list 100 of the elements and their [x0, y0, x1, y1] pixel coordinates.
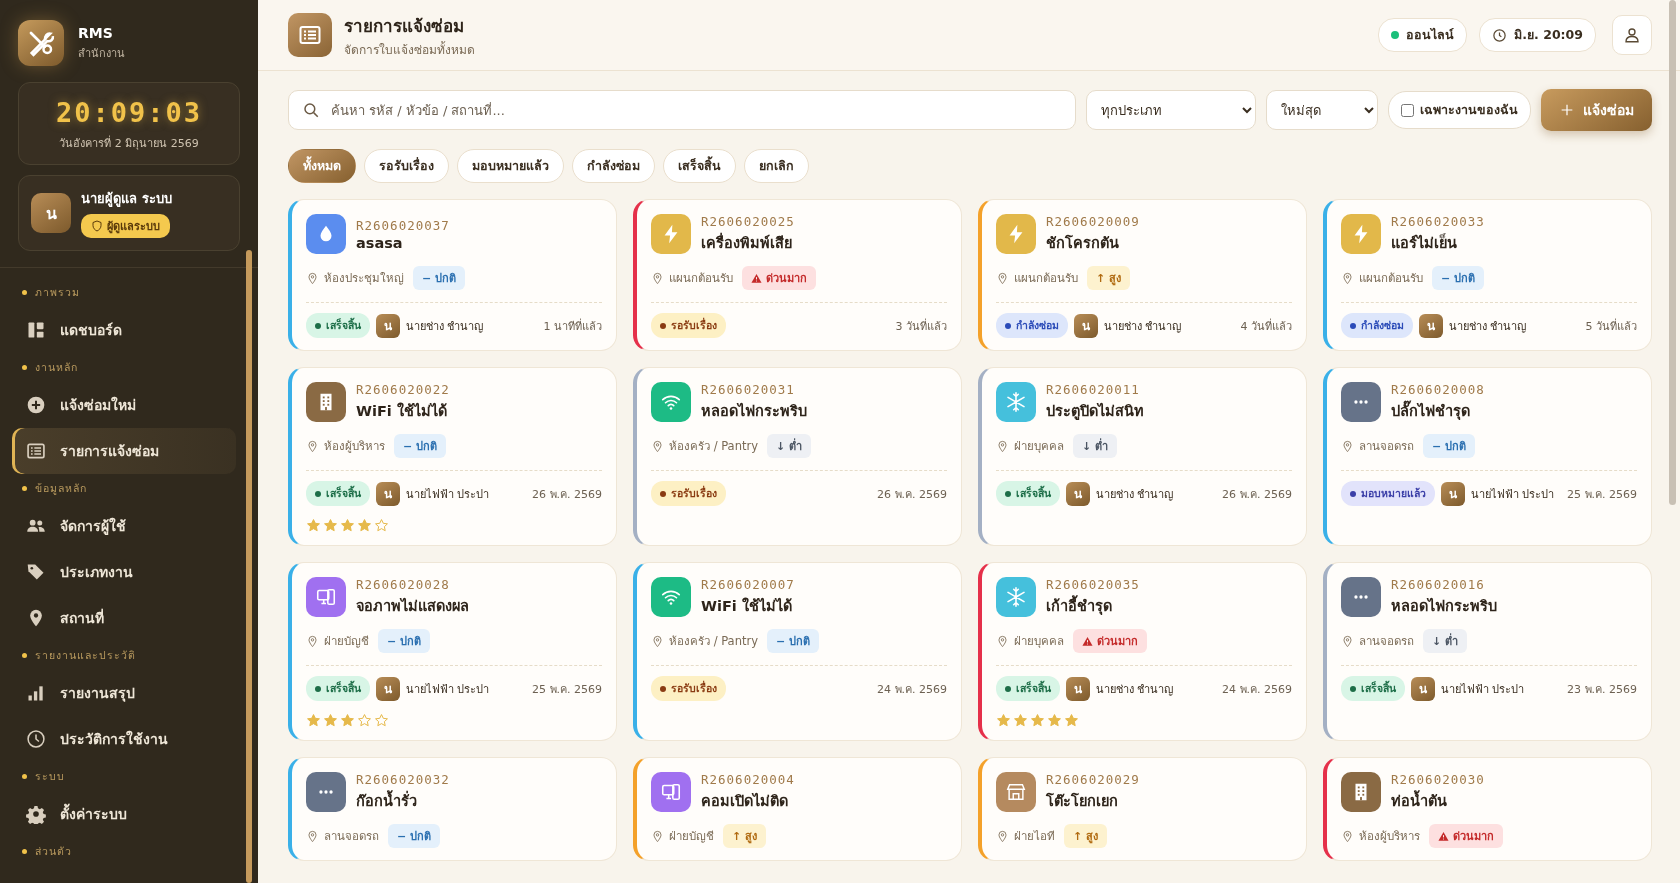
new-request-button[interactable]: แจ้งซ่อม: [1541, 89, 1652, 131]
ticket-title: asasa: [356, 234, 404, 251]
nav-item[interactable]: ประวัติการใช้งาน: [12, 716, 236, 762]
scrollbar[interactable]: [246, 250, 252, 883]
status-tab[interactable]: รอรับเรื่อง: [364, 149, 449, 183]
ticket-card[interactable]: R2606020032 ก๊อกน้ำรั่ว ลานจอดรถ − ปกติ: [288, 757, 617, 861]
status-tab[interactable]: มอบหมายแล้ว: [457, 149, 564, 183]
technician-avatar: น: [376, 313, 400, 338]
ticket-card[interactable]: R2606020035 เก้าอี้ชำรุด ฝ่ายบุคคล ด่วนมาก เสร็จสิ้น น นายช่าง ชำนาญ 24 พ.ค. 2569: [978, 562, 1307, 741]
priority-label: − ปกติ: [403, 439, 438, 455]
location-text: ฝ่ายบัญชี: [324, 633, 369, 650]
star-icon: [1064, 713, 1079, 728]
my-jobs-toggle[interactable]: เฉพาะงานของฉัน: [1388, 91, 1531, 129]
scrollbar[interactable]: [1669, 0, 1676, 505]
status-badge: เสร็จสิ้น: [306, 676, 370, 701]
ticket-time: 24 พ.ค. 2569: [877, 681, 947, 698]
section-label: รายงานและประวัติ: [35, 648, 136, 663]
user-name: นายผู้ดูแล ระบบ: [81, 190, 172, 209]
profile-button[interactable]: [1612, 15, 1652, 55]
ticket-card[interactable]: R2606020031 หลอดไฟกระพริบ ห้องครัว / Pantry ↓ ต่ำ รอรับเรื่อง 26 พ.ค. 2569: [633, 367, 962, 546]
ticket-card[interactable]: R2606020037 asasa ห้องประชุมใหญ่ − ปกติ เสร็จสิ้น น นายช่าง ชำนาญ 1 นาทีที่แล้ว: [288, 199, 617, 351]
nav-item[interactable]: สถานที่: [12, 595, 236, 641]
pin-icon: [996, 439, 1009, 453]
ticket-card[interactable]: R2606020022 WiFi ใช้ไม่ได้ ห้องผู้บริหาร − ปกติ เสร็จสิ้น น นายไฟฟ้า ประปา 26 พ.ค. 2569: [288, 367, 617, 546]
star-icon: [357, 518, 372, 533]
status-tab[interactable]: กำลังซ่อม: [572, 149, 655, 183]
technician-name: นายช่าง ชำนาญ: [1096, 681, 1174, 698]
status-badge: กำลังซ่อม: [1341, 313, 1413, 338]
star-icon: [340, 713, 355, 728]
ticket-card[interactable]: R2606020011 ประตูปิดไม่สนิท ฝ่ายบุคคล ↓ ต่ำ เสร็จสิ้น น นายช่าง ชำนาญ 26 พ.ค. 2569: [978, 367, 1307, 546]
status-tab[interactable]: ทั้งหมด: [288, 149, 356, 183]
ticket-code: R2606020009: [1046, 214, 1140, 229]
ticket-title: จอภาพไม่แสดงผล: [356, 597, 469, 616]
status-badge: รอรับเรื่อง: [651, 676, 726, 701]
ticket-card[interactable]: R2606020008 ปลั๊กไฟชำรุด ลานจอดรถ − ปกติ มอบหมายแล้ว น นายไฟฟ้า ประปา 25 พ.ค. 2569: [1323, 367, 1652, 546]
ticket-code: R2606020007: [701, 577, 795, 592]
warning-icon: [1082, 635, 1093, 647]
status-badge: กำลังซ่อม: [996, 313, 1068, 338]
ticket-title: ก๊อกน้ำรั่ว: [356, 789, 450, 812]
technician-avatar: น: [376, 676, 400, 701]
bars-icon: [26, 683, 46, 703]
ticket-card[interactable]: R2606020029 โต๊ะโยกเยก ฝ่ายไอที ↑ สูง: [978, 757, 1307, 861]
ticket-card[interactable]: R2606020007 WiFi ใช้ไม่ได้ ห้องครัว / Pantry − ปกติ รอรับเรื่อง 24 พ.ค. 2569: [633, 562, 962, 741]
priority-label: ด่วนมาก: [1097, 634, 1138, 650]
location-text: ลานจอดรถ: [1359, 633, 1414, 650]
nav-item[interactable]: จัดการผู้ใช้: [12, 503, 236, 549]
nav-item[interactable]: รายงานสรุป: [12, 670, 236, 716]
nav-item[interactable]: ประเภทงาน: [12, 549, 236, 595]
pin-icon: [996, 829, 1009, 843]
technician-name: นายไฟฟ้า ประปา: [406, 681, 490, 698]
checkbox[interactable]: [1401, 103, 1414, 117]
location-text: ห้องครัว / Pantry: [669, 438, 758, 455]
ticket-time: 23 พ.ค. 2569: [1567, 681, 1637, 698]
location-text: ฝ่ายบุคคล: [1014, 438, 1064, 455]
location-text: ห้องผู้บริหาร: [1359, 828, 1420, 845]
section-dot-icon: [22, 849, 27, 854]
ticket-title: ปลั๊กไฟชำรุด: [1391, 399, 1485, 422]
ticket-card[interactable]: R2606020009 ชักโครกตัน แผนกต้อนรับ ↑ สูง กำลังซ่อม น นายช่าง ชำนาญ 4 วันที่แล้ว: [978, 199, 1307, 351]
status-badge: เสร็จสิ้น: [996, 481, 1060, 506]
nav-item[interactable]: แจ้งซ่อมใหม่: [12, 382, 236, 428]
ticket-title: เครื่องพิมพ์เสีย: [701, 231, 795, 254]
nav-item[interactable]: ตั้งค่าระบบ: [12, 791, 236, 837]
search-field[interactable]: ค้นหา รหัส / หัวข้อ / สถานที่...: [288, 90, 1076, 130]
nav-item[interactable]: รายการแจ้งซ่อม: [12, 428, 236, 474]
ticket-code: R2606020025: [701, 214, 795, 229]
ticket-code: R2606020033: [1391, 214, 1485, 229]
ticket-code: R2606020032: [356, 772, 450, 787]
star-icon: [374, 518, 389, 533]
sort-select[interactable]: ใหม่สุด: [1266, 90, 1378, 130]
priority-label: ด่วนมาก: [1453, 829, 1494, 845]
ticket-time: 24 พ.ค. 2569: [1222, 681, 1292, 698]
ticket-card[interactable]: R2606020030 ท่อน้ำตัน ห้องผู้บริหาร ด่วนมาก: [1323, 757, 1652, 861]
location-text: ลานจอดรถ: [1359, 438, 1414, 455]
technician-avatar: น: [1441, 481, 1465, 506]
ticket-card[interactable]: R2606020004 คอมเปิดไม่ติด ฝ่ายบัญชี ↑ สูง: [633, 757, 962, 861]
technician-avatar: น: [1419, 313, 1443, 338]
ticket-time: 5 วันที่แล้ว: [1585, 317, 1637, 335]
ticket-card[interactable]: R2606020025 เครื่องพิมพ์เสีย แผนกต้อนรับ ด่วนมาก รอรับเรื่อง 3 วันที่แล้ว: [633, 199, 962, 351]
ticket-time: 25 พ.ค. 2569: [1567, 486, 1637, 503]
status-tab[interactable]: เสร็จสิ้น: [663, 149, 736, 183]
clock-date: วันอังคารที่ 2 มิถุนายน 2569: [59, 134, 199, 152]
nav-item[interactable]: แดชบอร์ด: [12, 307, 236, 353]
technician-avatar: น: [376, 481, 400, 506]
gear-icon: [26, 804, 46, 824]
star-icon: [306, 713, 321, 728]
ticket-card[interactable]: R2606020028 จอภาพไม่แสดงผล ฝ่ายบัญชี − ปกติ เสร็จสิ้น น นายไฟฟ้า ประปา 25 พ.ค. 2569: [288, 562, 617, 741]
status-tab[interactable]: ยกเลิก: [744, 149, 809, 183]
ticket-card[interactable]: R2606020033 แอร์ไม่เย็น แผนกต้อนรับ − ปกติ กำลังซ่อม น นายช่าง ชำนาญ 5 วันที่แล้ว: [1323, 199, 1652, 351]
ticket-time: 26 พ.ค. 2569: [1222, 486, 1292, 503]
ticket-title: หลอดไฟกระพริบ: [701, 402, 807, 421]
star-icon: [357, 713, 372, 728]
star-icon: [374, 713, 389, 728]
page-subtitle: จัดการใบแจ้งซ่อมทั้งหมด: [344, 42, 475, 57]
technician-avatar: น: [1066, 481, 1090, 506]
ticket-code: R2606020008: [1391, 382, 1485, 397]
list-icon: [26, 441, 46, 461]
ticket-time: 3 วันที่แล้ว: [895, 317, 947, 335]
section-dot-icon: [22, 486, 27, 491]
ticket-card[interactable]: R2606020016 หลอดไฟกระพริบ ลานจอดรถ ↓ ต่ำ เสร็จสิ้น น นายไฟฟ้า ประปา 23 พ.ค. 2569: [1323, 562, 1652, 741]
type-select[interactable]: ทุกประเภท: [1086, 90, 1256, 130]
